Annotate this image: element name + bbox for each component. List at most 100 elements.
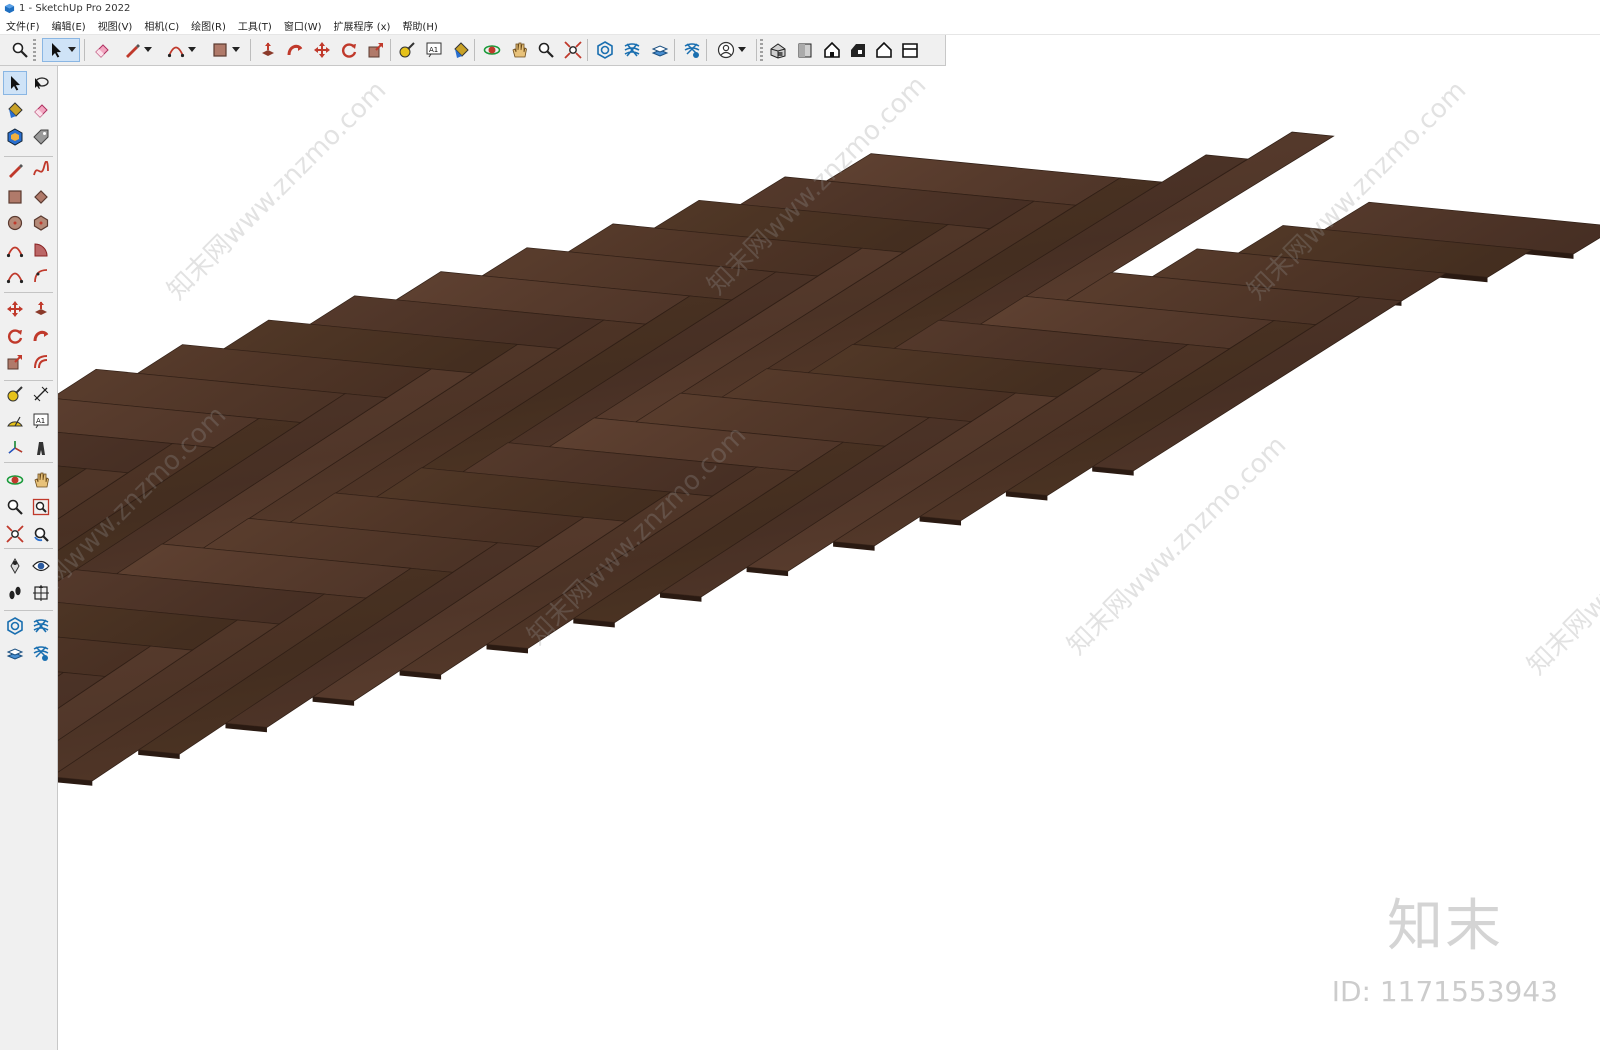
watermark-id: ID: 1171553943 (1331, 975, 1558, 1008)
toolbar-zoom-button[interactable] (534, 38, 558, 62)
toolbar-zoom-extents-button[interactable] (561, 38, 585, 62)
toolbar-separator (390, 39, 391, 61)
menu-item-0[interactable]: 文件(F) (0, 18, 46, 33)
tool-group-separator (4, 610, 53, 611)
tool-arc-button[interactable] (3, 238, 27, 262)
toolbar-pan-hand-button[interactable] (507, 38, 531, 62)
tool-section-plane-button[interactable] (29, 581, 53, 605)
toolbar-back-view-button[interactable] (872, 38, 896, 62)
tool-rotate-button[interactable] (3, 324, 27, 348)
toolbar-move-button[interactable] (310, 38, 334, 62)
toolbar-push-pull-button[interactable] (256, 38, 280, 62)
toolbar-grip[interactable] (760, 39, 763, 61)
tool-eraser-button[interactable] (29, 98, 53, 122)
toolbar-tape-measure-button[interactable] (395, 38, 419, 62)
dropdown-arrow-icon[interactable] (187, 45, 196, 56)
tool-push-pull-button[interactable] (29, 297, 53, 321)
dropdown-arrow-icon[interactable] (67, 45, 76, 56)
title-bar: 1 - SketchUp Pro 2022 (0, 0, 1600, 17)
toolbar-right-view-button[interactable] (846, 38, 870, 62)
tool-orbit-button[interactable] (3, 468, 27, 492)
tool-follow-me-button[interactable] (29, 324, 53, 348)
tool-tag-tool-button[interactable] (29, 125, 53, 149)
toolbar-zoom-button[interactable] (8, 38, 32, 62)
tool-zoom-window-button[interactable] (29, 495, 53, 519)
tool-lasso-select-button[interactable] (29, 71, 53, 95)
tool-extension-manager-button[interactable] (29, 641, 53, 665)
left-tool-palette: A1 (0, 66, 58, 1050)
menu-item-6[interactable]: 窗口(W) (278, 18, 328, 33)
toolbar-rotate-button[interactable] (337, 38, 361, 62)
tool-line-button[interactable] (3, 158, 27, 182)
tool-make-component-button[interactable] (3, 125, 27, 149)
toolbar-scale-button[interactable] (364, 38, 388, 62)
orbit-icon (483, 41, 501, 59)
tool-pan-hand-button[interactable] (29, 468, 53, 492)
toolbar-left-view-button[interactable] (898, 38, 922, 62)
model-viewport[interactable]: 知末网www.znzmo.com 知末网www.znzmo.com 知末网www.z… (58, 66, 1600, 1050)
tool-select-arrow-button[interactable] (3, 71, 27, 95)
toolbar-extension-warehouse-button[interactable] (620, 38, 644, 62)
tool-scale-button[interactable] (3, 350, 27, 374)
tool-dimension-button[interactable] (29, 382, 53, 406)
tool-polygon-button[interactable] (29, 211, 53, 235)
dropdown-arrow-icon[interactable] (737, 45, 746, 56)
tool-pie-button[interactable] (29, 238, 53, 262)
tool-zoom-extents-button[interactable] (3, 522, 27, 546)
tool-3d-warehouse-button[interactable] (3, 614, 27, 638)
menu-item-3[interactable]: 相机(C) (138, 18, 185, 33)
tool-circle-button[interactable] (3, 211, 27, 235)
toolbar-top-view-button[interactable] (793, 38, 817, 62)
toolbar-iso-view-button[interactable] (766, 38, 790, 62)
toolbar-eraser-button[interactable] (90, 38, 114, 62)
tool-3d-text-button[interactable] (29, 436, 53, 460)
toolbar-arc-button[interactable] (162, 38, 200, 62)
tool-text-label-button[interactable]: A1 (29, 409, 53, 433)
toolbar-pencil-line-button[interactable] (118, 38, 156, 62)
toolbar-follow-me-button[interactable] (283, 38, 307, 62)
toolbar-paint-bucket-button[interactable] (449, 38, 473, 62)
tool-two-point-arc-button[interactable] (3, 264, 27, 288)
toolbar-orbit-button[interactable] (480, 38, 504, 62)
toolbar-rectangle-button[interactable] (206, 38, 244, 62)
zoom-extents-icon (6, 525, 24, 543)
menu-item-8[interactable]: 帮助(H) (396, 18, 443, 33)
tool-three-point-arc-button[interactable] (29, 264, 53, 288)
tool-axes-button[interactable] (3, 436, 27, 460)
toolbar-text-label-button[interactable]: A1 (422, 38, 446, 62)
tool-freehand-button[interactable] (29, 158, 53, 182)
dropdown-arrow-icon[interactable] (143, 45, 152, 56)
repeat-watermark-5: 知末网www.znzmo.com (1522, 450, 1600, 681)
menu-item-1[interactable]: 编辑(E) (46, 18, 92, 33)
toolbar-grip[interactable] (33, 39, 36, 61)
front-view-icon (823, 41, 841, 59)
tool-look-around-button[interactable] (29, 554, 53, 578)
menu-item-2[interactable]: 视图(V) (92, 18, 139, 33)
tool-tape-measure-button[interactable] (3, 382, 27, 406)
tool-offset-button[interactable] (29, 350, 53, 374)
tool-layout-button[interactable] (3, 641, 27, 665)
tool-rectangle-button[interactable] (3, 185, 27, 209)
tool-position-camera-button[interactable] (3, 554, 27, 578)
toolbar-select-arrow-button[interactable] (42, 38, 80, 62)
toolbar-layout-button[interactable] (648, 38, 672, 62)
menu-item-7[interactable]: 扩展程序 (x) (328, 18, 397, 33)
tool-paint-bucket-button[interactable] (3, 98, 27, 122)
tool-move-button[interactable] (3, 297, 27, 321)
tool-zoom-button[interactable] (3, 495, 27, 519)
menu-item-5[interactable]: 工具(T) (232, 18, 278, 33)
toolbar-user-account-button[interactable] (712, 38, 750, 62)
toolbar-3d-warehouse-button[interactable] (593, 38, 617, 62)
toolbar-extension-manager-button[interactable] (680, 38, 704, 62)
text-label-icon: A1 (425, 41, 443, 59)
toolbar-front-view-button[interactable] (820, 38, 844, 62)
tool-group-separator (4, 380, 53, 381)
tool-extension-warehouse-button[interactable] (29, 614, 53, 638)
main-toolbar: A1 (0, 35, 946, 66)
dropdown-arrow-icon[interactable] (231, 45, 240, 56)
tool-protractor-button[interactable] (3, 409, 27, 433)
tool-rotated-rectangle-button[interactable] (29, 185, 53, 209)
tool-previous-view-button[interactable] (29, 522, 53, 546)
tool-walk-button[interactable] (3, 581, 27, 605)
menu-item-4[interactable]: 绘图(R) (185, 18, 232, 33)
